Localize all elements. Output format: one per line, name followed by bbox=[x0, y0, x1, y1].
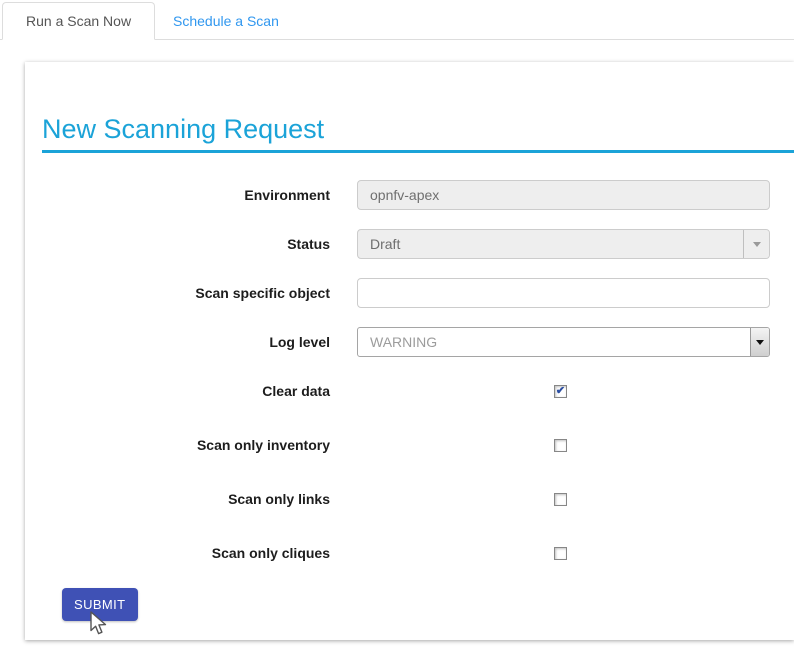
environment-label: Environment bbox=[42, 187, 330, 203]
scan-only-links-label: Scan only links bbox=[42, 491, 330, 507]
title-underline bbox=[42, 150, 794, 153]
scan-only-inventory-row: Scan only inventory bbox=[42, 430, 794, 460]
scan-only-links-checkbox[interactable] bbox=[554, 493, 567, 506]
scan-only-inventory-label: Scan only inventory bbox=[42, 437, 330, 453]
scan-specific-object-row: Scan specific object bbox=[42, 278, 794, 308]
clear-data-checkbox[interactable] bbox=[554, 385, 567, 398]
status-label: Status bbox=[42, 236, 330, 252]
new-scanning-request-form: Environment Status Draft bbox=[42, 180, 794, 621]
scan-specific-object-label: Scan specific object bbox=[42, 285, 330, 301]
status-select-arrow-button bbox=[743, 230, 769, 258]
scan-specific-object-field[interactable] bbox=[357, 278, 770, 308]
scan-only-cliques-label: Scan only cliques bbox=[42, 545, 330, 561]
scan-only-cliques-checkbox[interactable] bbox=[554, 547, 567, 560]
status-select: Draft bbox=[357, 229, 770, 259]
scanning-request-panel: New Scanning Request Environment Status … bbox=[25, 62, 794, 640]
submit-row: SUBMIT bbox=[62, 588, 794, 621]
log-level-select-arrow-button[interactable] bbox=[750, 328, 769, 356]
clear-data-row: Clear data bbox=[42, 376, 794, 406]
status-select-value: Draft bbox=[358, 236, 743, 252]
status-row: Status Draft bbox=[42, 229, 794, 259]
scan-only-inventory-checkbox[interactable] bbox=[554, 439, 567, 452]
chevron-down-icon bbox=[756, 340, 764, 345]
tab-bar: Run a Scan Now Schedule a Scan bbox=[0, 2, 794, 40]
chevron-down-icon bbox=[753, 242, 761, 247]
submit-button[interactable]: SUBMIT bbox=[62, 588, 138, 621]
tab-schedule-a-scan[interactable]: Schedule a Scan bbox=[158, 2, 294, 39]
environment-row: Environment bbox=[42, 180, 794, 210]
log-level-select-value: WARNING bbox=[358, 334, 750, 350]
clear-data-label: Clear data bbox=[42, 383, 330, 399]
environment-field bbox=[357, 180, 770, 210]
tab-run-a-scan-now[interactable]: Run a Scan Now bbox=[2, 2, 155, 40]
scan-only-cliques-row: Scan only cliques bbox=[42, 538, 794, 568]
log-level-label: Log level bbox=[42, 334, 330, 350]
tab-run-a-scan-now-label: Run a Scan Now bbox=[26, 13, 131, 29]
log-level-select[interactable]: WARNING bbox=[357, 327, 770, 357]
tab-schedule-a-scan-label: Schedule a Scan bbox=[173, 13, 279, 29]
page-title: New Scanning Request bbox=[42, 114, 794, 144]
log-level-row: Log level WARNING bbox=[42, 327, 794, 357]
scan-only-links-row: Scan only links bbox=[42, 484, 794, 514]
